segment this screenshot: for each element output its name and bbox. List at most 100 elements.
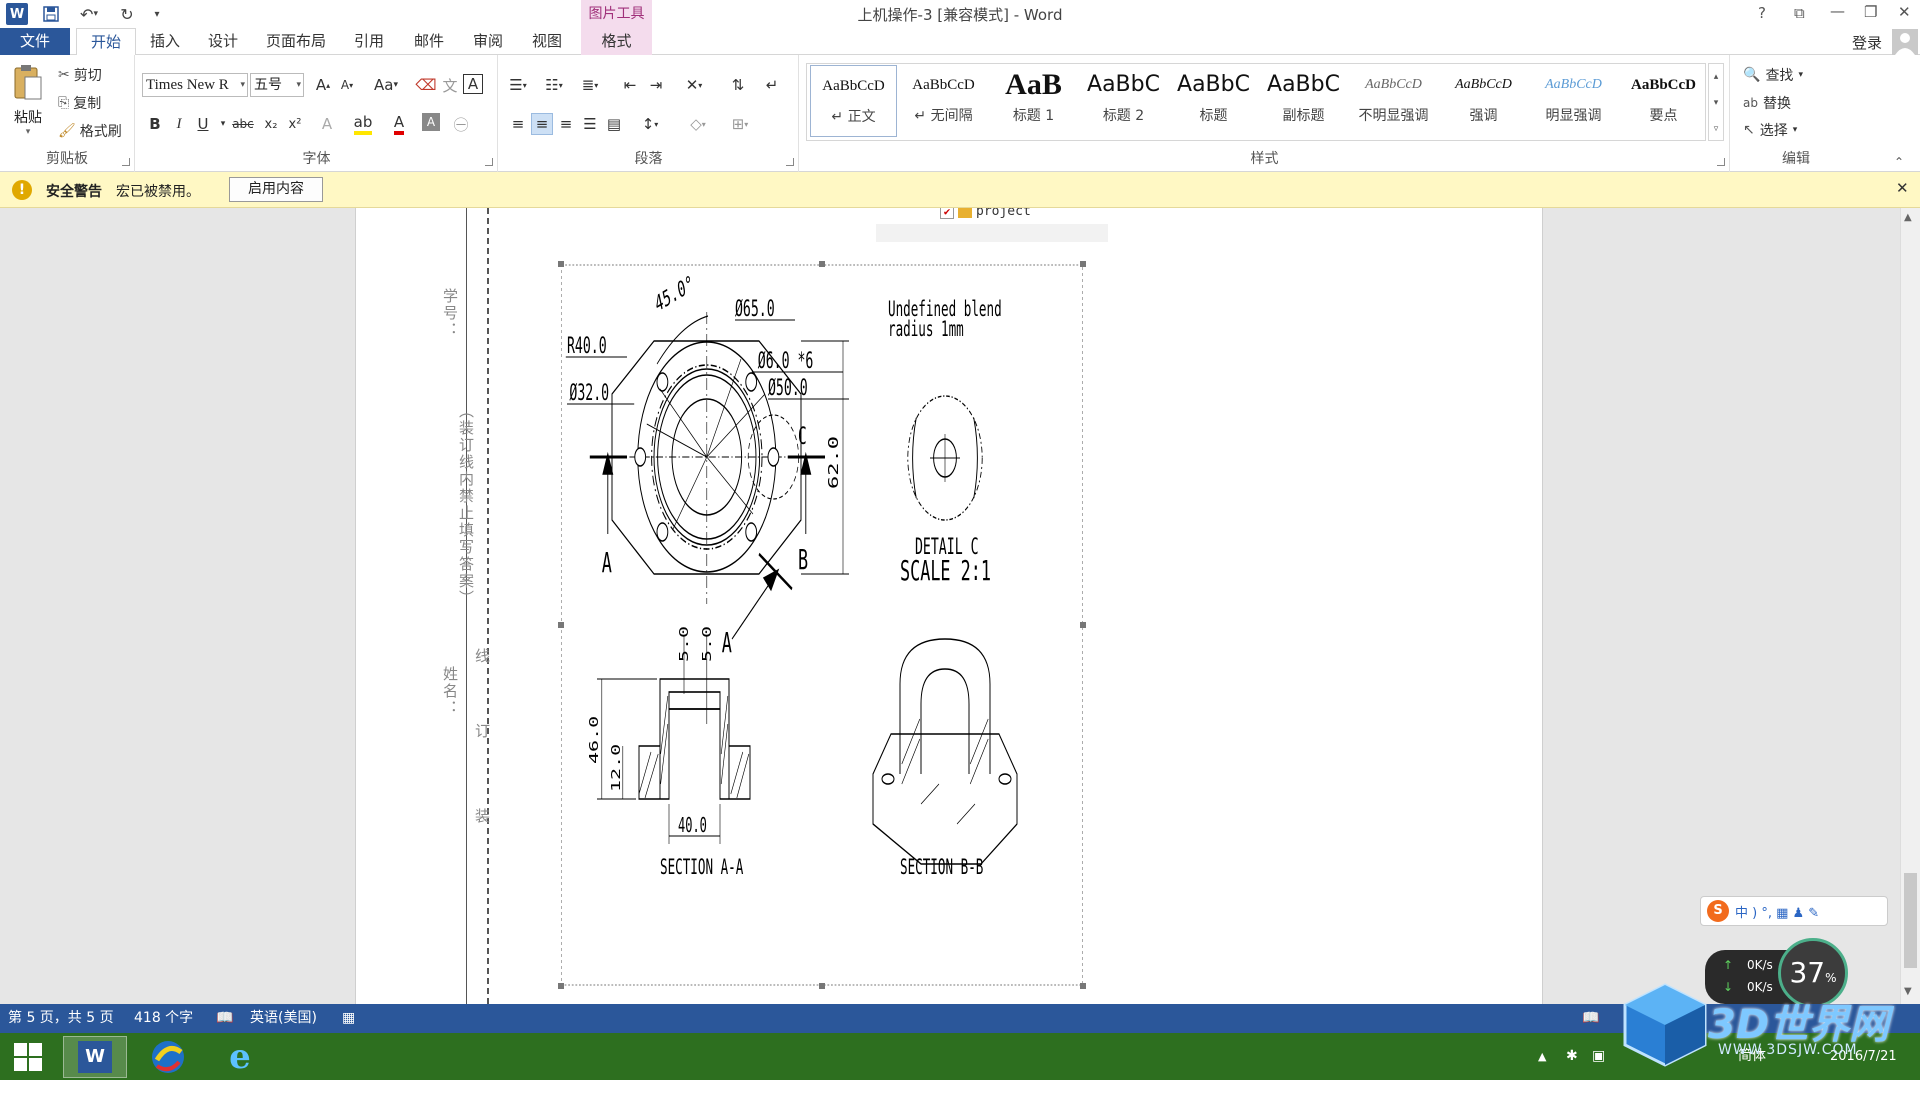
tab-file[interactable]: 文件 — [0, 28, 70, 55]
numbering-icon[interactable]: ☷ ▾ — [539, 74, 569, 96]
style-strong[interactable]: AaBbCcD 要点 — [1620, 65, 1707, 137]
network-icon[interactable]: ▣ — [1592, 1033, 1605, 1080]
minimize-button[interactable]: — — [1830, 2, 1845, 20]
tab-view[interactable]: 视图 — [522, 28, 572, 55]
multilevel-list-icon[interactable]: ≣ ▾ — [575, 74, 605, 96]
font-launcher[interactable] — [485, 158, 493, 166]
align-center-icon[interactable]: ≡ — [531, 113, 553, 135]
italic-button[interactable]: I — [168, 113, 190, 135]
help-button[interactable]: ? — [1758, 4, 1766, 22]
read-mode-icon[interactable]: 📖 — [1582, 1004, 1599, 1033]
align-left-icon[interactable]: ≡ — [507, 113, 529, 135]
borders-icon[interactable]: ⊞ ▾ — [725, 113, 755, 135]
tab-insert[interactable]: 插入 — [140, 28, 190, 55]
change-case-button[interactable]: Aa ▾ — [368, 74, 404, 96]
paste-button[interactable]: 粘贴 ▾ — [8, 63, 48, 159]
line-spacing-icon[interactable]: ↕ ▾ — [635, 113, 665, 135]
document-page[interactable]: 学号： （装订线内禁止填写答案） 姓名： 线 订 装 ✔ project 45.… — [355, 208, 1543, 1004]
vertical-scrollbar[interactable]: ▲ ▼ — [1900, 208, 1920, 1004]
scroll-up-icon[interactable]: ▲ — [1904, 212, 1912, 223]
superscript-button[interactable]: x² — [284, 113, 306, 135]
resize-handle[interactable] — [1080, 261, 1086, 267]
styles-scroll[interactable]: ▴ ▾ ▿ — [1708, 63, 1724, 141]
tab-format[interactable]: 格式 — [581, 28, 652, 55]
collapse-ribbon-icon[interactable]: ⌃ — [1894, 155, 1904, 169]
undo-icon[interactable]: ↶ ▾ — [74, 3, 104, 25]
replace-button[interactable]: ab 替换 — [1743, 93, 1791, 113]
restore-button[interactable]: ❐ — [1864, 3, 1877, 21]
strikethrough-button[interactable]: abc — [232, 113, 254, 135]
paragraph-launcher[interactable] — [786, 158, 794, 166]
find-button[interactable]: 🔍 查找 ▾ — [1743, 65, 1803, 85]
justify-icon[interactable]: ☰ — [579, 113, 601, 135]
start-button[interactable] — [0, 1036, 56, 1078]
sort-icon[interactable]: ⇅ — [727, 74, 749, 96]
select-button[interactable]: ↖ 选择 ▾ — [1743, 120, 1797, 140]
taskbar-word[interactable]: W — [63, 1036, 127, 1078]
scrollbar-thumb[interactable] — [1904, 873, 1917, 968]
style-emphasis[interactable]: AaBbCcD 强调 — [1440, 65, 1527, 137]
bullets-icon[interactable]: ☰ ▾ — [503, 74, 533, 96]
align-right-icon[interactable]: ≡ — [555, 113, 577, 135]
ime-toolbar[interactable]: S 中 ) °, ▦ ♟ ✎ — [1700, 896, 1888, 926]
redo-icon[interactable]: ↻ — [116, 3, 138, 25]
char-border-icon[interactable]: A — [463, 74, 483, 94]
resize-handle[interactable] — [558, 622, 564, 628]
font-name-combo[interactable]: Times New R ▾ — [142, 73, 248, 97]
tab-review[interactable]: 审阅 — [463, 28, 513, 55]
tab-design[interactable]: 设计 — [198, 28, 248, 55]
subscript-button[interactable]: x₂ — [260, 113, 282, 135]
font-color-icon[interactable]: A — [388, 113, 410, 135]
proofing-icon[interactable]: 📖 — [216, 1004, 233, 1033]
char-shading-icon[interactable]: A — [422, 113, 440, 131]
taskbar-media-player[interactable] — [136, 1036, 200, 1078]
resize-handle[interactable] — [1080, 622, 1086, 628]
ribbon-display-button[interactable]: ⧉ — [1794, 4, 1805, 22]
distributed-icon[interactable]: ▤ — [603, 113, 625, 135]
bluetooth-icon[interactable]: ✱ — [1566, 1033, 1578, 1080]
word-count[interactable]: 418 个字 — [134, 1004, 193, 1033]
avatar[interactable] — [1892, 29, 1918, 55]
font-size-combo[interactable]: 五号 ▾ — [250, 73, 304, 97]
close-button[interactable]: ✕ — [1898, 3, 1911, 21]
shrink-font-button[interactable]: A ▾ — [336, 74, 358, 96]
increase-indent-icon[interactable]: ⇥ — [645, 74, 667, 96]
resize-handle[interactable] — [558, 261, 564, 267]
style-subtitle[interactable]: AaBbC 副标题 — [1260, 65, 1347, 137]
enable-content-button[interactable]: 启用内容 — [229, 177, 323, 202]
customize-qat-icon[interactable]: ▾ — [146, 3, 168, 25]
taskbar-ie[interactable]: e — [208, 1036, 272, 1078]
format-painter-button[interactable]: 🖌 格式刷 — [58, 121, 122, 141]
highlight-icon[interactable]: ab — [352, 113, 374, 135]
text-effects-icon[interactable]: A — [316, 113, 338, 135]
underline-button[interactable]: U — [192, 113, 214, 135]
cut-button[interactable]: ✂ 剪切 — [58, 65, 102, 85]
style-title[interactable]: AaBbC 标题 — [1170, 65, 1257, 137]
clipboard-launcher[interactable] — [122, 158, 130, 166]
decrease-indent-icon[interactable]: ⇤ — [619, 74, 641, 96]
style-normal[interactable]: AaBbCcD ↵ 正文 — [810, 65, 897, 137]
shading-icon[interactable]: ◇ ▾ — [683, 113, 713, 135]
styles-launcher[interactable] — [1717, 158, 1725, 166]
tab-home[interactable]: 开始 — [76, 28, 136, 56]
enclose-char-icon[interactable]: ㊀ — [450, 113, 472, 135]
macro-record-icon[interactable]: ▦ — [342, 1004, 355, 1033]
tab-references[interactable]: 引用 — [344, 28, 394, 55]
style-no-spacing[interactable]: AaBbCcD ↵ 无间隔 — [900, 65, 987, 137]
clear-formatting-icon[interactable]: ⌫ — [415, 74, 437, 96]
style-heading-1[interactable]: AaB 标题 1 — [990, 65, 1077, 137]
style-subtle-emphasis[interactable]: AaBbCcD 不明显强调 — [1350, 65, 1437, 137]
close-icon[interactable]: ✕ — [1896, 179, 1909, 197]
resize-handle[interactable] — [819, 983, 825, 989]
save-icon[interactable] — [40, 3, 62, 25]
style-heading-2[interactable]: AaBbC 标题 2 — [1080, 65, 1167, 137]
resize-handle[interactable] — [1080, 983, 1086, 989]
language-status[interactable]: 英语(美国) — [250, 1004, 317, 1033]
phonetic-guide-icon[interactable]: 文 — [439, 74, 461, 96]
bold-button[interactable]: B — [144, 113, 166, 135]
resize-handle[interactable] — [558, 983, 564, 989]
login-link[interactable]: 登录 — [1852, 32, 1882, 53]
grow-font-button[interactable]: A ▴ — [312, 74, 334, 96]
resize-handle[interactable] — [819, 261, 825, 267]
style-intense-emphasis[interactable]: AaBbCcD 明显强调 — [1530, 65, 1617, 137]
